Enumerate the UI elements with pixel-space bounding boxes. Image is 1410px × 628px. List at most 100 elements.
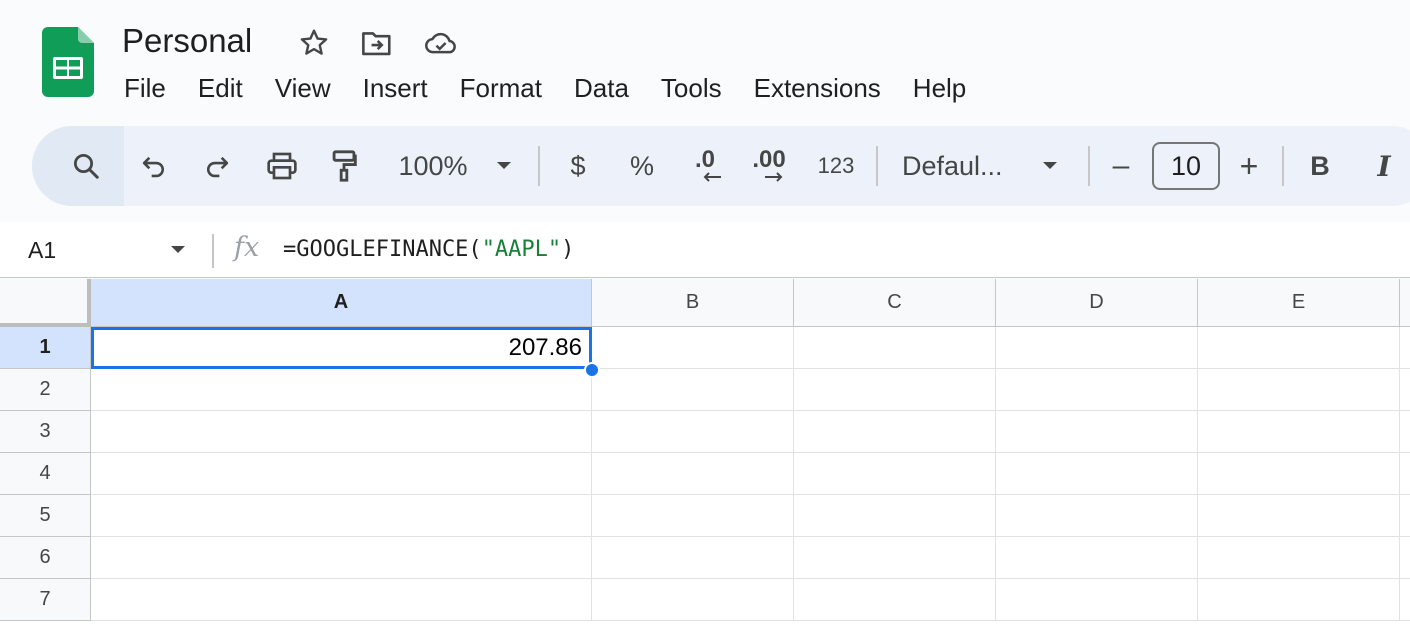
cloud-saved-icon[interactable] [424,26,458,60]
cell-a4[interactable] [91,453,592,495]
column-header-e[interactable]: E [1198,279,1400,327]
cell-a1[interactable]: 207.86 [91,327,592,369]
percent-format-button[interactable]: % [622,126,662,206]
cell-e2[interactable] [1198,369,1400,411]
formula-bar: A1 fx =GOOGLEFINANCE("AAPL") [0,222,1410,278]
cell-f1[interactable] [1400,327,1410,369]
menu-format[interactable]: Format [444,68,558,108]
zoom-select[interactable]: 100% [392,126,474,206]
cell-a2[interactable] [91,369,592,411]
row-header-3[interactable]: 3 [0,411,91,453]
cell-c2[interactable] [794,369,996,411]
font-size-input[interactable]: 10 [1152,142,1220,190]
cell-c5[interactable] [794,495,996,537]
cell-e7[interactable] [1198,579,1400,621]
cell-b5[interactable] [592,495,794,537]
row-header-1[interactable]: 1 [0,327,91,369]
menu-bar: File Edit View Insert Format Data Tools … [108,68,982,108]
menu-extensions[interactable]: Extensions [738,68,897,108]
cell-c6[interactable] [794,537,996,579]
cell-e4[interactable] [1198,453,1400,495]
cell-f2[interactable] [1400,369,1410,411]
toolbar: 100% $ % .0 .00 123 Defaul... – 10 + B I [32,126,1410,206]
fill-handle[interactable] [584,362,600,378]
cell-b4[interactable] [592,453,794,495]
cell-e1[interactable] [1198,327,1400,369]
cell-d1[interactable] [996,327,1198,369]
formula-input[interactable]: =GOOGLEFINANCE("AAPL") [283,222,574,278]
print-icon[interactable] [262,126,302,206]
cell-c7[interactable] [794,579,996,621]
zoom-chevron-down-icon[interactable] [492,126,516,206]
decrease-decimal-button[interactable]: .0 [682,126,728,206]
row-header-4[interactable]: 4 [0,453,91,495]
column-header-f[interactable] [1400,279,1410,327]
cell-e5[interactable] [1198,495,1400,537]
cell-d3[interactable] [996,411,1198,453]
row-header-7[interactable]: 7 [0,579,91,621]
cell-d4[interactable] [996,453,1198,495]
move-folder-icon[interactable] [360,26,394,60]
cell-a5[interactable] [91,495,592,537]
cell-b7[interactable] [592,579,794,621]
arrow-right-icon [765,172,783,182]
menu-view[interactable]: View [259,68,347,108]
cell-f4[interactable] [1400,453,1410,495]
undo-icon[interactable] [134,126,174,206]
app-header: Personal File Edit View Insert Format Da… [0,0,1410,222]
cell-d7[interactable] [996,579,1198,621]
currency-format-button[interactable]: $ [558,126,598,206]
cell-b6[interactable] [592,537,794,579]
row-header-2[interactable]: 2 [0,369,91,411]
column-header-c[interactable]: C [794,279,996,327]
more-formats-button[interactable]: 123 [812,126,860,206]
name-box[interactable]: A1 [28,222,56,278]
menu-tools[interactable]: Tools [645,68,738,108]
menu-file[interactable]: File [108,68,182,108]
cell-a3[interactable] [91,411,592,453]
cell-a7[interactable] [91,579,592,621]
cell-f7[interactable] [1400,579,1410,621]
document-title[interactable]: Personal [122,20,252,62]
sheets-logo-icon[interactable] [42,27,94,97]
cell-d6[interactable] [996,537,1198,579]
row-header-6[interactable]: 6 [0,537,91,579]
cell-c4[interactable] [794,453,996,495]
toolbar-divider [538,146,540,186]
bold-button[interactable]: B [1302,126,1338,206]
formula-function: =GOOGLEFINANCE( [283,237,482,262]
paint-format-icon[interactable] [324,126,364,206]
font-chevron-down-icon[interactable] [1038,126,1062,206]
decrease-font-size-button[interactable]: – [1104,126,1138,206]
cell-b3[interactable] [592,411,794,453]
menu-help[interactable]: Help [897,68,982,108]
italic-button[interactable]: I [1366,126,1402,206]
cell-a6[interactable] [91,537,592,579]
row-header-5[interactable]: 5 [0,495,91,537]
cell-f3[interactable] [1400,411,1410,453]
star-icon[interactable] [297,26,331,60]
menu-data[interactable]: Data [558,68,645,108]
font-family-select[interactable]: Defaul... [902,126,1022,206]
cell-c3[interactable] [794,411,996,453]
select-all-corner[interactable] [0,279,91,327]
cell-c1[interactable] [794,327,996,369]
cell-b1[interactable] [592,327,794,369]
cell-e6[interactable] [1198,537,1400,579]
name-box-chevron-down-icon[interactable] [170,242,186,260]
cell-d5[interactable] [996,495,1198,537]
cell-e3[interactable] [1198,411,1400,453]
cell-f5[interactable] [1400,495,1410,537]
redo-icon[interactable] [197,126,237,206]
menu-edit[interactable]: Edit [182,68,259,108]
menu-insert[interactable]: Insert [347,68,444,108]
column-header-a[interactable]: A [91,279,592,327]
cell-f6[interactable] [1400,537,1410,579]
search-icon[interactable] [66,126,106,206]
column-header-b[interactable]: B [592,279,794,327]
increase-decimal-button[interactable]: .00 [746,126,792,206]
cell-b2[interactable] [592,369,794,411]
cell-d2[interactable] [996,369,1198,411]
column-header-d[interactable]: D [996,279,1198,327]
increase-font-size-button[interactable]: + [1232,126,1266,206]
